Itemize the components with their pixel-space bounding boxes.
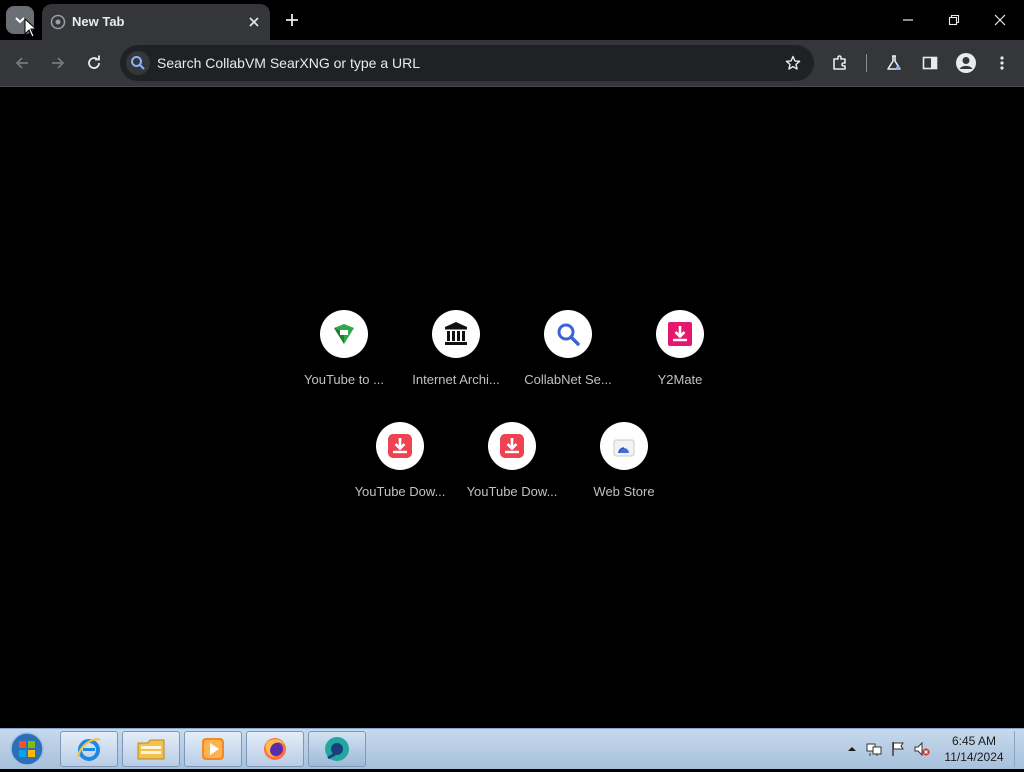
shortcut-tile[interactable]: YouTube Dow... bbox=[456, 418, 568, 526]
show-desktop-button[interactable] bbox=[1014, 731, 1024, 767]
tray-volume[interactable] bbox=[914, 741, 930, 757]
side-panel-button[interactable] bbox=[916, 49, 944, 77]
shortcut-icon-circle bbox=[544, 310, 592, 358]
shortcut-icon-circle bbox=[600, 422, 648, 470]
download-icon bbox=[668, 322, 692, 346]
shortcut-label: CollabNet Se... bbox=[524, 372, 612, 387]
tray-action-center[interactable] bbox=[890, 741, 906, 757]
shortcut-tile[interactable]: CollabNet Se... bbox=[512, 306, 624, 414]
firefox-icon bbox=[264, 738, 286, 760]
shortcut-label: Y2Mate bbox=[657, 372, 703, 387]
extensions-button[interactable] bbox=[826, 49, 854, 77]
profile-button[interactable] bbox=[952, 49, 980, 77]
shortcut-icon-circle bbox=[432, 310, 480, 358]
close-tab-button[interactable] bbox=[244, 12, 264, 32]
avatar-icon bbox=[956, 53, 976, 73]
shortcut-tile[interactable]: Y2Mate bbox=[624, 306, 736, 414]
taskbar-clock[interactable]: 6:45 AM 11/14/2024 bbox=[936, 733, 1012, 765]
search-engine-icon bbox=[126, 51, 150, 75]
back-button[interactable] bbox=[8, 49, 36, 77]
omnibox[interactable]: Search CollabVM SearXNG or type a URL bbox=[120, 45, 814, 81]
forward-button[interactable] bbox=[44, 49, 72, 77]
star-icon bbox=[785, 55, 801, 70]
flask-icon bbox=[887, 55, 901, 70]
close-icon bbox=[994, 14, 1006, 26]
media-player-icon bbox=[202, 738, 224, 760]
close-icon bbox=[249, 17, 259, 27]
new-tab-button[interactable] bbox=[280, 8, 304, 32]
side-panel-icon bbox=[922, 56, 938, 70]
download-icon bbox=[388, 434, 412, 458]
toolbar-divider bbox=[866, 54, 867, 72]
restore-icon bbox=[948, 14, 960, 26]
shortcut-label: YouTube Dow... bbox=[354, 484, 446, 499]
mouse-cursor-icon bbox=[24, 18, 38, 38]
taskbar: 6:45 AM 11/14/2024 bbox=[0, 728, 1024, 769]
plus-icon bbox=[286, 14, 298, 26]
globe-icon bbox=[50, 14, 66, 30]
volume-muted-icon bbox=[914, 741, 930, 757]
shortcut-tile[interactable]: Internet Archi... bbox=[400, 306, 512, 414]
taskbar-windows-explorer[interactable] bbox=[122, 731, 180, 767]
tray-network[interactable] bbox=[866, 741, 882, 757]
reload-icon bbox=[88, 55, 100, 69]
shortcut-label: Internet Archi... bbox=[412, 372, 500, 387]
clock-time: 6:45 AM bbox=[951, 734, 997, 748]
network-icon bbox=[866, 743, 882, 756]
shortcut-icon-circle bbox=[376, 422, 424, 470]
omnibox-placeholder: Search CollabVM SearXNG or type a URL bbox=[157, 55, 420, 71]
taskbar-internet-explorer[interactable] bbox=[60, 731, 118, 767]
web-store-icon bbox=[613, 439, 635, 457]
taskbar-media-player[interactable] bbox=[184, 731, 242, 767]
minimize-button[interactable] bbox=[890, 5, 926, 35]
shortcut-label: Web Store bbox=[593, 484, 655, 499]
youtube-to-mp3-icon bbox=[334, 324, 354, 344]
browser-icon bbox=[325, 737, 349, 761]
search-icon bbox=[131, 56, 145, 70]
show-hidden-icons-button[interactable] bbox=[844, 741, 860, 757]
reload-button[interactable] bbox=[80, 49, 108, 77]
more-vert-icon bbox=[1000, 56, 1004, 70]
tab-strip: New Tab bbox=[0, 0, 1024, 40]
shortcut-label: YouTube Dow... bbox=[466, 484, 558, 499]
arrow-left-icon bbox=[15, 57, 28, 69]
taskbar-firefox[interactable] bbox=[246, 731, 304, 767]
chevron-up-icon bbox=[848, 747, 856, 751]
download-icon bbox=[500, 434, 524, 458]
close-window-button[interactable] bbox=[982, 5, 1018, 35]
folder-icon bbox=[137, 739, 165, 760]
taskbar-chromium[interactable] bbox=[308, 731, 366, 767]
toolbar: Search CollabVM SearXNG or type a URL bbox=[0, 40, 1024, 87]
internet-explorer-icon bbox=[76, 738, 101, 761]
shortcut-icon-circle bbox=[488, 422, 536, 470]
shortcut-tile[interactable]: Web Store bbox=[568, 418, 680, 526]
labs-button[interactable] bbox=[880, 49, 908, 77]
bookmark-button[interactable] bbox=[782, 52, 804, 74]
clock-date: 11/14/2024 bbox=[944, 750, 1004, 764]
tab-title: New Tab bbox=[72, 14, 125, 29]
internet-archive-icon bbox=[445, 322, 467, 345]
windows-logo-icon bbox=[10, 732, 44, 766]
shortcut-icon-circle bbox=[656, 310, 704, 358]
puzzle-icon bbox=[833, 55, 846, 70]
arrow-right-icon bbox=[52, 57, 65, 69]
shortcut-label: YouTube to ... bbox=[304, 372, 384, 387]
magnifier-icon bbox=[557, 323, 580, 346]
shortcut-icon-circle bbox=[320, 310, 368, 358]
start-button[interactable] bbox=[6, 731, 48, 767]
minimize-icon bbox=[903, 19, 913, 21]
shortcut-tile[interactable]: YouTube Dow... bbox=[344, 418, 456, 526]
restore-button[interactable] bbox=[936, 5, 972, 35]
tab-new-tab[interactable]: New Tab bbox=[42, 4, 270, 40]
shortcut-tile[interactable]: YouTube to ... bbox=[288, 306, 400, 414]
flag-icon bbox=[892, 742, 904, 756]
menu-button[interactable] bbox=[988, 49, 1016, 77]
